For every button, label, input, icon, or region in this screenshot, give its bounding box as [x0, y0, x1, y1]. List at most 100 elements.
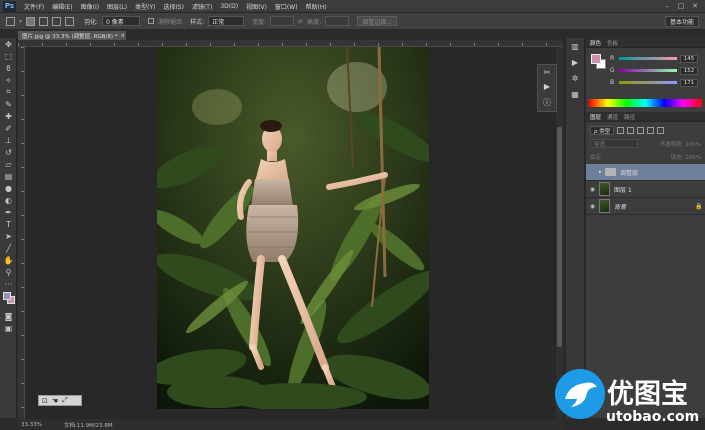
- gradient-tool-icon[interactable]: ▤: [0, 170, 17, 182]
- intersect-selection-icon[interactable]: [65, 16, 75, 26]
- maximize-icon[interactable]: □: [675, 1, 687, 11]
- color-swatches[interactable]: [0, 290, 16, 310]
- blur-tool-icon[interactable]: ●: [0, 182, 17, 194]
- antialias-checkbox[interactable]: [148, 18, 155, 24]
- close-tab-icon[interactable]: ×: [120, 33, 125, 39]
- menu-image[interactable]: 图像(I): [77, 2, 103, 11]
- actions-panel-icon[interactable]: ▶: [566, 54, 584, 70]
- layer-row[interactable]: ◉ 背景 🔒: [586, 198, 705, 215]
- zoom-level[interactable]: 33.33%: [21, 422, 42, 428]
- menu-view[interactable]: 视图(V): [242, 2, 271, 11]
- tab-channels[interactable]: 通道: [607, 113, 618, 121]
- feather-input[interactable]: 0 像素: [102, 16, 141, 26]
- swap-dimensions-icon[interactable]: ⇄: [298, 18, 303, 25]
- smart-object-filter-icon[interactable]: [657, 127, 665, 134]
- width-input[interactable]: [270, 16, 295, 26]
- history-brush-tool-icon[interactable]: ↺: [0, 146, 17, 158]
- eraser-tool-icon[interactable]: ▱: [0, 158, 17, 170]
- screen-mode-icon[interactable]: ▣: [0, 322, 17, 334]
- tab-paths[interactable]: 路径: [624, 113, 635, 121]
- chevron-down-icon[interactable]: ▾: [19, 18, 22, 25]
- eye-icon[interactable]: ◉: [586, 186, 599, 193]
- brush-tool-icon[interactable]: ✐: [0, 122, 17, 134]
- path-selection-tool-icon[interactable]: ➤: [0, 230, 17, 242]
- shape-filter-icon[interactable]: [647, 127, 655, 134]
- move-tool-icon[interactable]: ✥: [0, 38, 17, 50]
- adjustments-panel-icon[interactable]: ✲: [566, 70, 584, 86]
- red-slider[interactable]: [619, 57, 677, 60]
- clone-stamp-tool-icon[interactable]: ⊥: [0, 134, 17, 146]
- menu-select[interactable]: 选择(S): [159, 2, 188, 11]
- hand-mini-icon[interactable]: ☚: [52, 397, 58, 405]
- menu-filter[interactable]: 滤镜(T): [188, 2, 216, 11]
- eyedropper-tool-icon[interactable]: ✎: [0, 98, 17, 110]
- new-selection-icon[interactable]: [26, 16, 36, 26]
- history-panel-icon[interactable]: ▥: [566, 38, 584, 54]
- eye-icon[interactable]: ◉: [586, 203, 599, 210]
- marquee-preset-icon[interactable]: [6, 16, 15, 26]
- green-value[interactable]: 152: [680, 66, 698, 75]
- zoom-mini-icon[interactable]: ⤢: [62, 396, 68, 405]
- height-input[interactable]: [325, 16, 350, 26]
- lasso-tool-icon[interactable]: ϐ: [0, 62, 17, 74]
- healing-brush-tool-icon[interactable]: ✚: [0, 110, 17, 122]
- menu-layer[interactable]: 图层(L): [103, 2, 131, 11]
- workspace-select[interactable]: 基本功能: [664, 16, 699, 27]
- layer-name[interactable]: 图层 1: [614, 185, 705, 194]
- style-select[interactable]: 正常: [208, 16, 245, 26]
- info-icon[interactable]: ⓘ: [543, 97, 551, 108]
- menu-edit[interactable]: 编辑(E): [48, 2, 76, 11]
- actions-icon[interactable]: ▶: [544, 82, 550, 91]
- styles-panel-icon[interactable]: ▦: [566, 86, 584, 102]
- add-selection-icon[interactable]: [39, 16, 49, 26]
- foreground-swatch[interactable]: [591, 54, 601, 64]
- magic-wand-tool-icon[interactable]: ✧: [0, 74, 17, 86]
- adjustment-filter-icon[interactable]: [627, 127, 635, 134]
- pen-tool-icon[interactable]: ✒: [0, 206, 17, 218]
- blend-row: 穿透 不透明度: 100%: [586, 138, 705, 149]
- menu-type[interactable]: 类型(Y): [131, 2, 159, 11]
- menu-window[interactable]: 窗口(W): [271, 2, 302, 11]
- document-photo[interactable]: [157, 47, 429, 409]
- shape-tool-icon[interactable]: ╱: [0, 242, 17, 254]
- blue-value[interactable]: 171: [680, 78, 698, 87]
- layer-name[interactable]: 调整层: [620, 168, 705, 177]
- blue-slider[interactable]: [619, 81, 677, 84]
- marquee-tool-icon[interactable]: ⬚: [0, 50, 17, 62]
- color-spectrum[interactable]: [589, 99, 702, 107]
- opacity-field[interactable]: 不透明度: 100%: [660, 140, 701, 148]
- document-tab[interactable]: 图片.jpg @ 33.3% (调整层, RGB/8) * ×: [18, 31, 126, 40]
- tools-preset-icon[interactable]: ✂: [544, 68, 551, 77]
- menu-3d[interactable]: 3D(D): [216, 3, 242, 10]
- minimize-icon[interactable]: –: [661, 1, 673, 11]
- subtract-selection-icon[interactable]: [52, 16, 62, 26]
- crop-tool-icon[interactable]: ⌗: [0, 86, 17, 98]
- tab-layers[interactable]: 图层: [590, 113, 601, 121]
- menu-file[interactable]: 文件(F): [20, 2, 48, 11]
- hand-tool-icon[interactable]: ✋: [0, 254, 17, 266]
- blend-mode-select[interactable]: 穿透: [590, 139, 638, 148]
- layer-kind-select[interactable]: ρ 类型: [590, 126, 615, 135]
- type-tool-icon[interactable]: T: [0, 218, 17, 230]
- fill-field[interactable]: 填充: 100%: [671, 153, 701, 161]
- vertical-scrollbar[interactable]: [556, 47, 563, 419]
- menu-help[interactable]: 帮助(H): [302, 2, 331, 11]
- more-tools-icon[interactable]: ···: [0, 278, 17, 290]
- layer-name[interactable]: 背景: [614, 202, 695, 211]
- close-window-icon[interactable]: ✕: [689, 1, 701, 11]
- red-value[interactable]: 145: [680, 54, 698, 63]
- tab-color[interactable]: 颜色: [590, 39, 601, 47]
- foreground-color-swatch[interactable]: [3, 292, 11, 300]
- layer-row[interactable]: ▸ 调整层: [586, 164, 705, 181]
- pixel-filter-icon[interactable]: [617, 127, 625, 134]
- scrollbar-thumb[interactable]: [557, 127, 562, 347]
- green-slider[interactable]: [619, 69, 677, 72]
- quick-mask-icon[interactable]: ◙: [0, 310, 17, 322]
- refine-edge-button[interactable]: 调整边缘...: [357, 16, 397, 26]
- type-filter-icon[interactable]: [637, 127, 645, 134]
- tab-swatches[interactable]: 色板: [607, 39, 618, 47]
- dodge-tool-icon[interactable]: ◐: [0, 194, 17, 206]
- rotate-view-icon[interactable]: ⊡: [42, 397, 48, 405]
- zoom-tool-icon[interactable]: ⚲: [0, 266, 17, 278]
- layer-row[interactable]: ◉ 图层 1: [586, 181, 705, 198]
